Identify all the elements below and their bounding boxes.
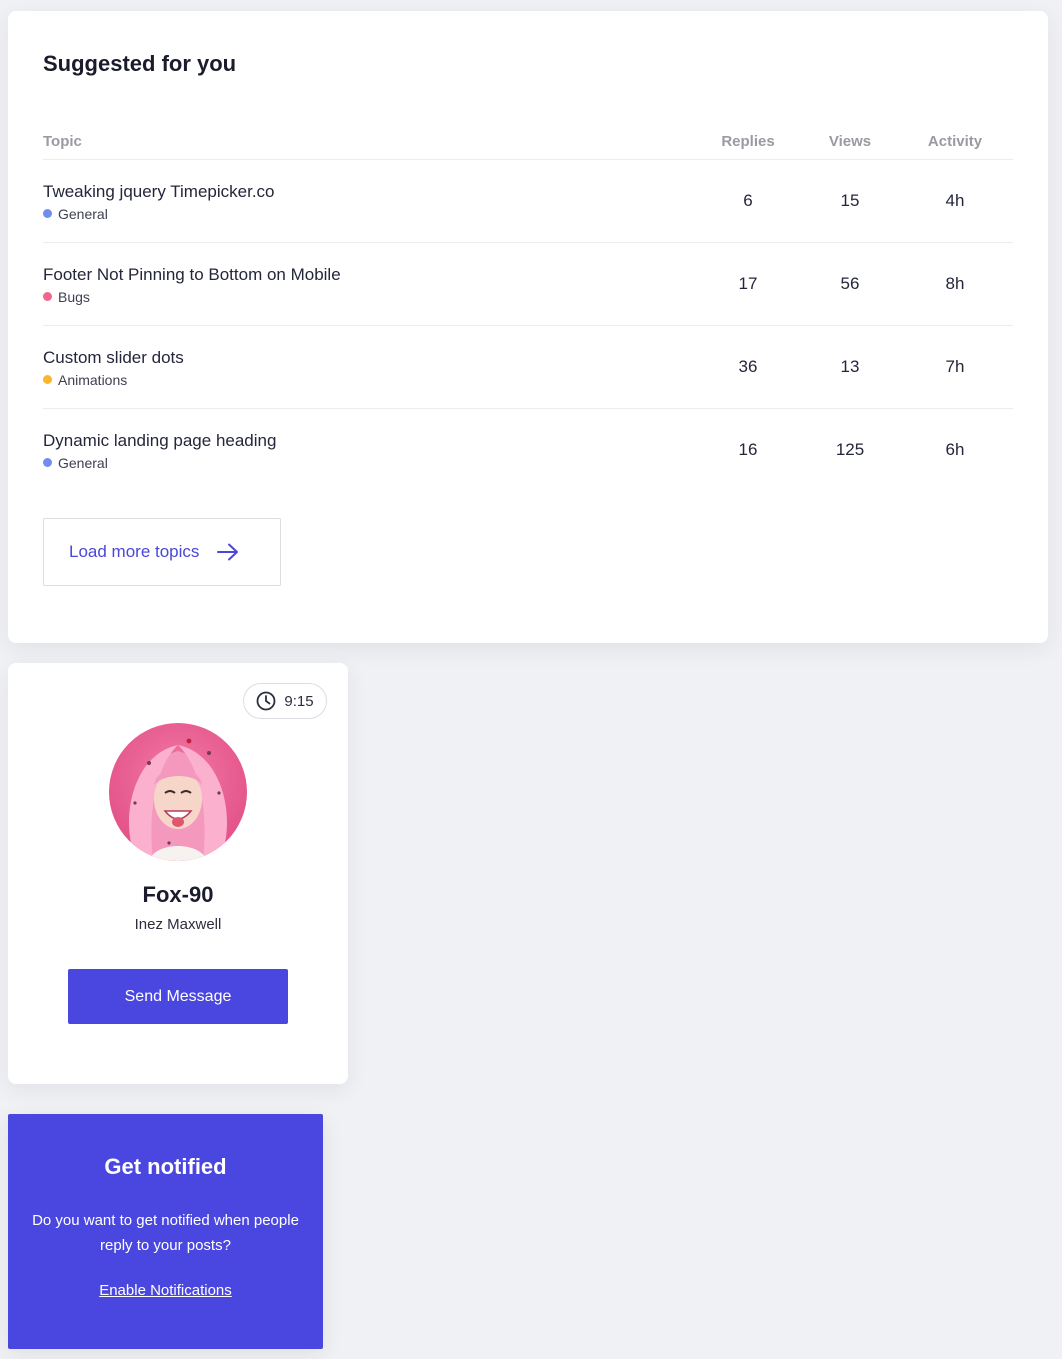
category-dot: [43, 292, 52, 301]
header-replies: Replies: [721, 132, 775, 150]
header-topic: Topic: [43, 132, 82, 150]
topic-cell: Dynamic landing page heading General: [43, 430, 693, 471]
table-row[interactable]: Dynamic landing page heading General 16 …: [43, 409, 1013, 491]
enable-notifications-link[interactable]: Enable Notifications: [8, 1282, 323, 1299]
replies-count: 16: [738, 440, 758, 459]
topic-category[interactable]: General: [43, 206, 693, 222]
user-profile-card: 9:15 Fox-90 Inez Maxwell Send Message: [8, 663, 348, 1084]
arrow-right-icon: [217, 543, 239, 561]
activity-time: 8h: [945, 274, 965, 293]
table-row[interactable]: Custom slider dots Animations 36 13 7h: [43, 326, 1013, 409]
category-dot: [43, 458, 52, 467]
category-label: Bugs: [58, 288, 90, 305]
topic-cell: Custom slider dots Animations: [43, 347, 693, 388]
activity-time: 4h: [945, 191, 965, 210]
replies-count: 36: [738, 357, 758, 376]
views-count: 56: [840, 274, 860, 293]
topic-category[interactable]: General: [43, 455, 693, 471]
topics-table: Topic Replies Views Activity Tweaking jq…: [43, 123, 1013, 491]
views-count: 13: [840, 357, 860, 376]
send-message-button[interactable]: Send Message: [68, 969, 288, 1024]
table-row[interactable]: Footer Not Pinning to Bottom on Mobile B…: [43, 243, 1013, 326]
category-dot: [43, 209, 52, 218]
header-activity: Activity: [927, 132, 983, 150]
suggested-topics-card: Suggested for you Topic Replies Views Ac…: [8, 11, 1048, 643]
topic-title[interactable]: Tweaking jquery Timepicker.co: [43, 181, 693, 203]
replies-count: 6: [743, 191, 753, 210]
table-header: Topic Replies Views Activity: [43, 123, 1013, 160]
views-count: 125: [835, 440, 865, 459]
local-time: 9:15: [284, 692, 314, 710]
topic-category[interactable]: Animations: [43, 372, 693, 388]
topic-cell: Footer Not Pinning to Bottom on Mobile B…: [43, 264, 693, 305]
category-label: General: [58, 454, 108, 471]
category-label: General: [58, 205, 108, 222]
category-dot: [43, 375, 52, 384]
activity-time: 7h: [945, 357, 965, 376]
views-count: 15: [840, 191, 860, 210]
topic-title[interactable]: Footer Not Pinning to Bottom on Mobile: [43, 264, 693, 286]
category-label: Animations: [58, 371, 128, 388]
load-more-label: Load more topics: [69, 542, 200, 561]
clock-icon: [256, 691, 276, 711]
username: Fox-90: [142, 882, 214, 907]
notify-description: Do you want to get notified when people …: [32, 1212, 299, 1254]
section-title: Suggested for you: [43, 51, 237, 76]
header-views: Views: [828, 132, 872, 150]
topic-title[interactable]: Custom slider dots: [43, 347, 693, 369]
replies-count: 17: [738, 274, 758, 293]
activity-time: 6h: [945, 440, 965, 459]
topic-category[interactable]: Bugs: [43, 289, 693, 305]
local-time-badge: 9:15: [243, 683, 327, 719]
load-more-topics-button[interactable]: Load more topics: [43, 518, 281, 586]
topic-title[interactable]: Dynamic landing page heading: [43, 430, 693, 452]
full-name: Inez Maxwell: [134, 916, 222, 933]
table-row[interactable]: Tweaking jquery Timepicker.co General 6 …: [43, 160, 1013, 243]
get-notified-card: Get notified Do you want to get notified…: [8, 1114, 323, 1349]
avatar: [109, 723, 247, 861]
notify-title: Get notified: [104, 1154, 227, 1179]
topic-cell: Tweaking jquery Timepicker.co General: [43, 181, 693, 222]
